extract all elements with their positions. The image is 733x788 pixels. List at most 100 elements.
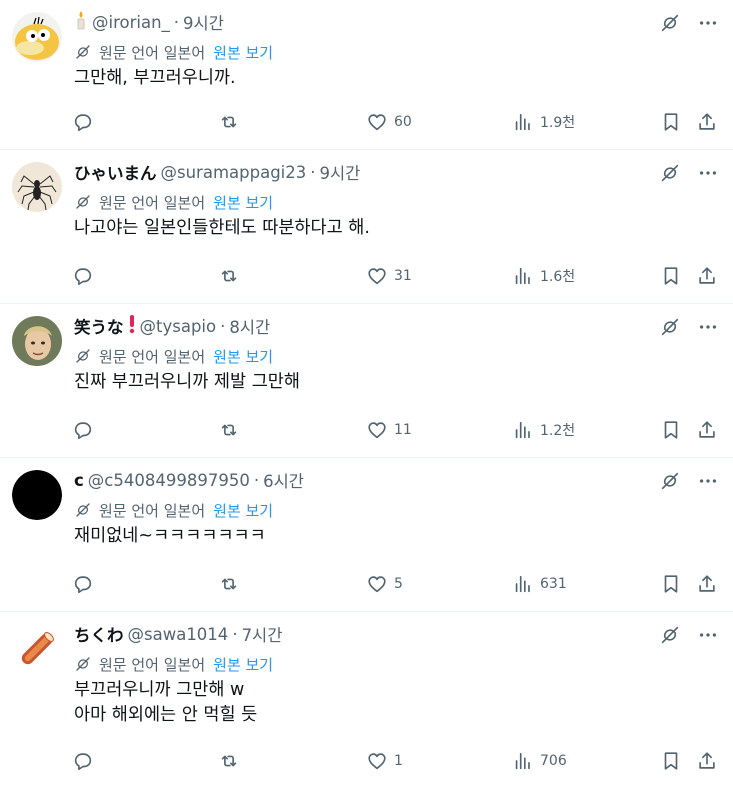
more-options-icon[interactable] (697, 316, 719, 338)
share-icon (699, 421, 715, 438)
retweet-button[interactable] (218, 263, 240, 289)
display-name[interactable]: c (74, 471, 84, 490)
like-button[interactable]: 60 (366, 109, 412, 135)
retweet-button[interactable] (218, 571, 240, 597)
share-button[interactable] (696, 263, 718, 289)
grok-icon[interactable] (659, 316, 681, 338)
views-button[interactable]: 1.6천 (512, 263, 575, 289)
tweet-text-line: 아마 해외에는 안 먹힐 듯 (74, 705, 258, 725)
share-icon (699, 113, 715, 130)
views-button[interactable]: 1.2천 (512, 417, 575, 443)
retweet-button[interactable] (218, 417, 240, 443)
bookmark-button[interactable] (660, 263, 682, 289)
show-original-link[interactable]: 원본 보기 (213, 192, 273, 213)
show-original-link[interactable]: 원본 보기 (213, 346, 273, 367)
like-button[interactable]: 11 (366, 417, 412, 443)
grok-icon[interactable] (659, 162, 681, 184)
reply-button[interactable] (72, 263, 94, 289)
avatar[interactable] (12, 316, 62, 366)
show-original-link[interactable]: 원본 보기 (213, 42, 273, 63)
views-button[interactable]: 631 (512, 571, 567, 597)
reply-button[interactable] (72, 109, 94, 135)
tweet-header: ひゃいまん @suramappagi23 · 9시간 (74, 160, 360, 184)
like-button[interactable]: 1 (366, 748, 403, 774)
share-button[interactable] (696, 748, 718, 774)
translate-icon (76, 503, 90, 517)
translation-label: 원문 언어 일본어 (99, 655, 206, 674)
avatar[interactable] (12, 624, 62, 674)
user-handle[interactable]: @irorian_ (92, 13, 170, 32)
user-handle[interactable]: @suramappagi23 (161, 163, 307, 182)
share-button[interactable] (696, 417, 718, 443)
bookmark-button[interactable] (660, 748, 682, 774)
translation-label: 원문 언어 일본어 (99, 501, 206, 520)
timestamp[interactable]: 6시간 (263, 468, 304, 492)
views-button[interactable]: 706 (512, 748, 567, 774)
bookmark-button[interactable] (660, 109, 682, 135)
user-handle[interactable]: @c5408499897950 (88, 471, 250, 490)
timestamp[interactable]: 7시간 (242, 622, 283, 646)
tweet-text: 진짜 부끄러우니까 제발 그만해 (74, 370, 300, 395)
like-count: 5 (394, 576, 403, 592)
reply-button[interactable] (72, 748, 94, 774)
bookmark-button[interactable] (660, 571, 682, 597)
tweet[interactable]: 笑うな @tysapio · 8시간 원문 언어 일본어 원본 보기 진짜 부끄… (0, 304, 733, 458)
candle-icon (74, 10, 88, 34)
grok-icon[interactable] (659, 624, 681, 646)
tweet[interactable]: ちくわ @sawa1014 · 7시간 원문 언어 일본어 원본 보기 부끄러우… (0, 612, 733, 788)
retweet-button[interactable] (218, 748, 240, 774)
show-original-link[interactable]: 원본 보기 (213, 654, 273, 675)
reply-button[interactable] (72, 417, 94, 443)
like-button[interactable]: 5 (366, 571, 403, 597)
reply-icon (74, 422, 92, 440)
heart-icon (368, 422, 386, 439)
more-options-icon[interactable] (697, 162, 719, 184)
user-handle[interactable]: @sawa1014 (128, 625, 229, 644)
separator-dot: · (220, 316, 226, 336)
tweet-text-line: 부끄러우니까 그만해 w (74, 680, 245, 700)
show-original-link[interactable]: 원본 보기 (213, 500, 273, 521)
tweet-header: c @c5408499897950 · 6시간 (74, 468, 304, 492)
timestamp[interactable]: 9시간 (183, 10, 224, 34)
tweet[interactable]: @irorian_ · 9시간 원문 언어 일본어 원본 보기 그만해, 부끄러… (0, 0, 733, 150)
reply-button[interactable] (72, 571, 94, 597)
duck-avatar (12, 12, 62, 62)
user-handle[interactable]: @tysapio (140, 317, 217, 336)
more-options-icon[interactable] (697, 12, 719, 34)
translation-label: 원문 언어 일본어 (99, 43, 206, 62)
more-options-icon[interactable] (697, 470, 719, 492)
like-button[interactable]: 31 (366, 263, 412, 289)
display-name[interactable]: 笑うな (74, 314, 124, 338)
avatar[interactable] (12, 470, 62, 520)
reply-feed: @irorian_ · 9시간 원문 언어 일본어 원본 보기 그만해, 부끄러… (0, 0, 733, 788)
tweet[interactable]: c @c5408499897950 · 6시간 원문 언어 일본어 원본 보기 … (0, 458, 733, 612)
grok-icon[interactable] (659, 470, 681, 492)
tweet-top-actions (659, 316, 719, 338)
bookmark-button[interactable] (660, 417, 682, 443)
tweet[interactable]: ひゃいまん @suramappagi23 · 9시간 원문 언어 일본어 원본 … (0, 150, 733, 304)
retweet-icon (221, 755, 237, 767)
retweet-button[interactable] (218, 109, 240, 135)
reply-icon (74, 268, 92, 286)
view-count: 1.2천 (540, 423, 576, 439)
display-name[interactable]: ひゃいまん (74, 160, 157, 184)
retweet-icon (221, 116, 237, 128)
avatar[interactable] (12, 162, 62, 212)
translation-notice: 원문 언어 일본어 원본 보기 (74, 653, 273, 675)
black-circle-avatar (12, 470, 62, 520)
timestamp[interactable]: 8시간 (229, 314, 270, 338)
views-icon (515, 113, 530, 131)
retweet-icon (221, 424, 237, 436)
action-bar: 11 1.2천 (72, 417, 722, 443)
share-button[interactable] (696, 109, 718, 135)
display-name[interactable]: ちくわ (74, 622, 124, 646)
translate-icon (76, 195, 90, 209)
timestamp[interactable]: 9시간 (320, 160, 361, 184)
share-button[interactable] (696, 571, 718, 597)
views-button[interactable]: 1.9천 (512, 109, 575, 135)
grok-icon[interactable] (659, 12, 681, 34)
more-options-icon[interactable] (697, 624, 719, 646)
tweet-header: @irorian_ · 9시간 (74, 10, 224, 34)
avatar[interactable] (12, 12, 62, 62)
views-icon (515, 575, 530, 593)
